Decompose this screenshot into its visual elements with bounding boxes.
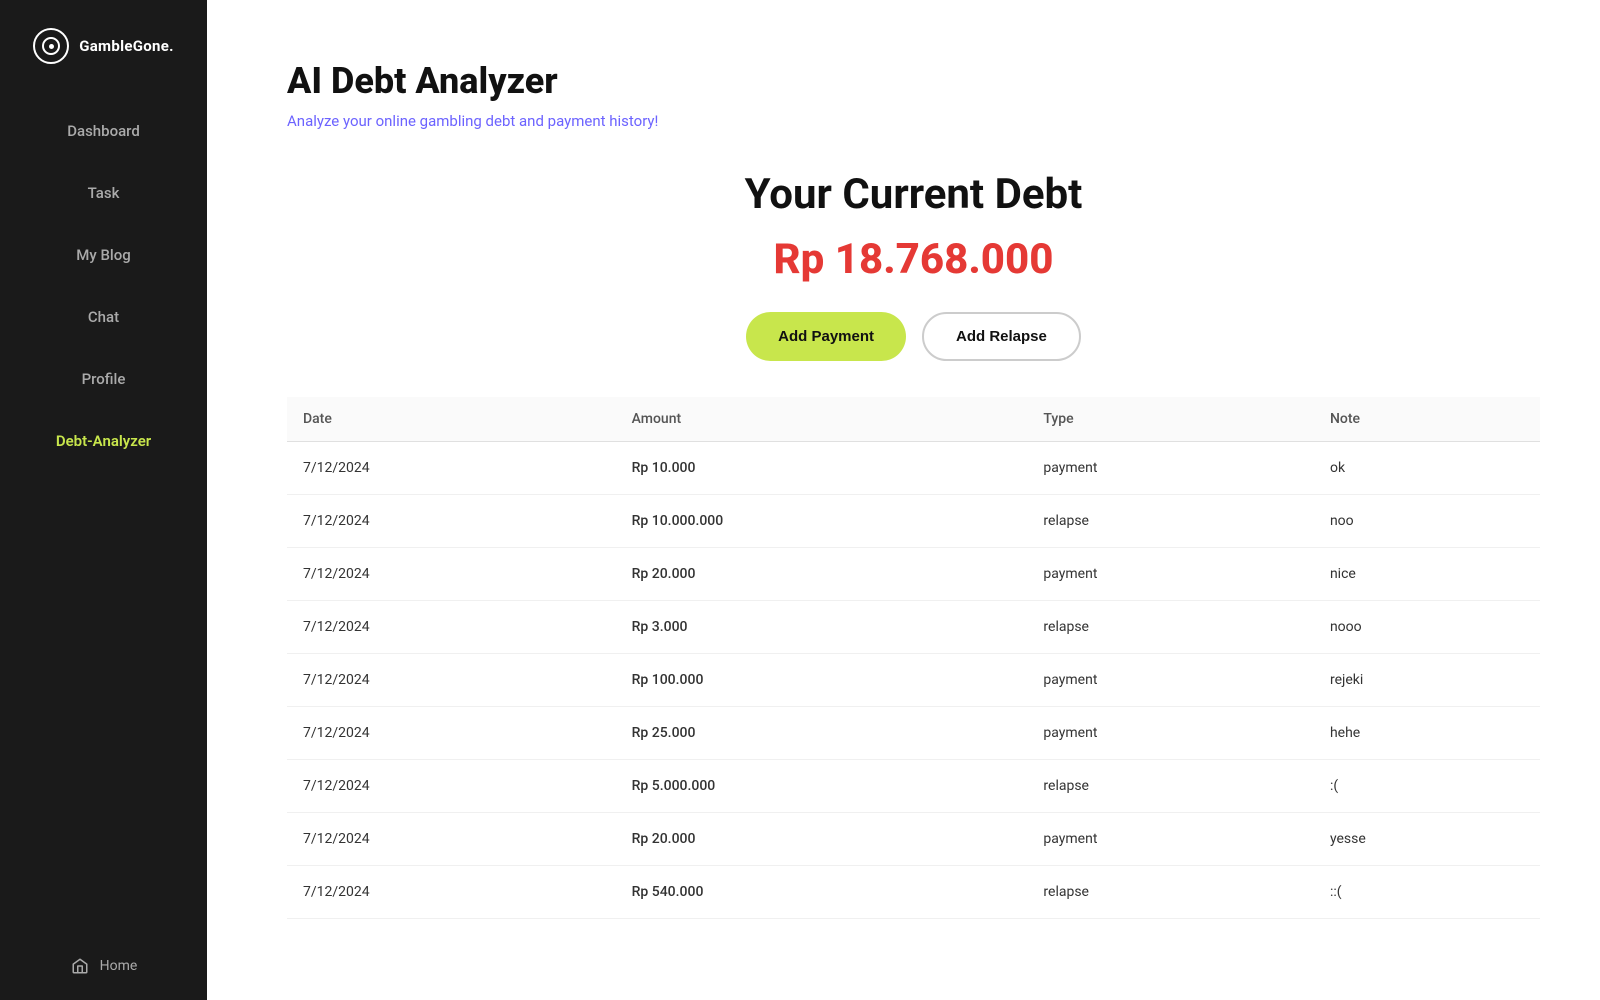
col-header-date: Date (287, 397, 616, 442)
logo-text: GambleGone. (79, 37, 174, 55)
cell-amount: Rp 20.000 (616, 548, 1028, 601)
debt-actions: Add Payment Add Relapse (287, 312, 1540, 361)
cell-note: noo (1314, 495, 1540, 548)
cell-type: payment (1027, 548, 1314, 601)
cell-amount: Rp 25.000 (616, 707, 1028, 760)
sidebar-nav: Dashboard Task My Blog Chat Profile Debt… (0, 100, 207, 1000)
table-row: 7/12/2024 Rp 540.000 relapse ::( (287, 866, 1540, 919)
table-row: 7/12/2024 Rp 20.000 payment yesse (287, 813, 1540, 866)
add-relapse-button[interactable]: Add Relapse (922, 312, 1081, 361)
cell-date: 7/12/2024 (287, 442, 616, 495)
sidebar-item-profile[interactable]: Profile (0, 348, 207, 410)
sidebar-item-my-blog[interactable]: My Blog (0, 224, 207, 286)
sidebar-item-dashboard[interactable]: Dashboard (0, 100, 207, 162)
home-icon (70, 956, 90, 976)
cell-note: yesse (1314, 813, 1540, 866)
logo-icon (33, 28, 69, 64)
table-row: 7/12/2024 Rp 25.000 payment hehe (287, 707, 1540, 760)
cell-type: relapse (1027, 601, 1314, 654)
sidebar-item-chat[interactable]: Chat (0, 286, 207, 348)
cell-date: 7/12/2024 (287, 760, 616, 813)
cell-note: :( (1314, 760, 1540, 813)
main-content: AI Debt Analyzer Analyze your online gam… (207, 0, 1600, 1000)
table-row: 7/12/2024 Rp 20.000 payment nice (287, 548, 1540, 601)
debt-label: Your Current Debt (287, 170, 1540, 219)
sidebar: GambleGone. Dashboard Task My Blog Chat … (0, 0, 207, 1000)
cell-type: payment (1027, 707, 1314, 760)
cell-amount: Rp 3.000 (616, 601, 1028, 654)
logo-inner-icon (42, 37, 60, 55)
cell-type: payment (1027, 654, 1314, 707)
table-row: 7/12/2024 Rp 5.000.000 relapse :( (287, 760, 1540, 813)
cell-date: 7/12/2024 (287, 813, 616, 866)
debt-amount: Rp 18.768.000 (287, 235, 1540, 284)
cell-date: 7/12/2024 (287, 707, 616, 760)
cell-type: payment (1027, 442, 1314, 495)
table-row: 7/12/2024 Rp 100.000 payment rejeki (287, 654, 1540, 707)
cell-date: 7/12/2024 (287, 866, 616, 919)
col-header-amount: Amount (616, 397, 1028, 442)
table-row: 7/12/2024 Rp 10.000 payment ok (287, 442, 1540, 495)
cell-date: 7/12/2024 (287, 495, 616, 548)
table-row: 7/12/2024 Rp 10.000.000 relapse noo (287, 495, 1540, 548)
cell-note: nice (1314, 548, 1540, 601)
cell-amount: Rp 10.000.000 (616, 495, 1028, 548)
page-subtitle: Analyze your online gambling debt and pa… (287, 112, 1540, 130)
cell-amount: Rp 100.000 (616, 654, 1028, 707)
cell-type: payment (1027, 813, 1314, 866)
cell-date: 7/12/2024 (287, 654, 616, 707)
cell-type: relapse (1027, 760, 1314, 813)
table-row: 7/12/2024 Rp 3.000 relapse nooo (287, 601, 1540, 654)
cell-note: hehe (1314, 707, 1540, 760)
col-header-type: Type (1027, 397, 1314, 442)
table-body: 7/12/2024 Rp 10.000 payment ok 7/12/2024… (287, 442, 1540, 919)
cell-note: ::( (1314, 866, 1540, 919)
home-label: Home (100, 958, 138, 974)
cell-amount: Rp 540.000 (616, 866, 1028, 919)
cell-date: 7/12/2024 (287, 601, 616, 654)
sidebar-item-debt-analyzer[interactable]: Debt-Analyzer (0, 410, 207, 472)
table-header: Date Amount Type Note (287, 397, 1540, 442)
col-header-note: Note (1314, 397, 1540, 442)
cell-type: relapse (1027, 866, 1314, 919)
sidebar-home[interactable]: Home (0, 956, 207, 976)
page-title: AI Debt Analyzer (287, 60, 1540, 102)
add-payment-button[interactable]: Add Payment (746, 312, 906, 361)
cell-type: relapse (1027, 495, 1314, 548)
cell-note: ok (1314, 442, 1540, 495)
cell-amount: Rp 5.000.000 (616, 760, 1028, 813)
cell-note: nooo (1314, 601, 1540, 654)
debt-section: Your Current Debt Rp 18.768.000 Add Paym… (287, 170, 1540, 361)
cell-date: 7/12/2024 (287, 548, 616, 601)
cell-amount: Rp 20.000 (616, 813, 1028, 866)
logo-dot (49, 44, 54, 49)
sidebar-item-task[interactable]: Task (0, 162, 207, 224)
debt-table: Date Amount Type Note 7/12/2024 Rp 10.00… (287, 397, 1540, 919)
cell-note: rejeki (1314, 654, 1540, 707)
cell-amount: Rp 10.000 (616, 442, 1028, 495)
sidebar-logo: GambleGone. (0, 0, 207, 100)
